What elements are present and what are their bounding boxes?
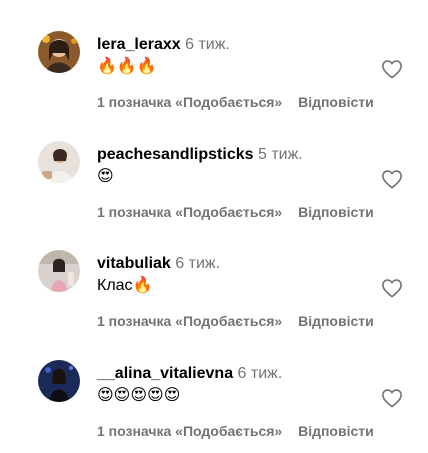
- heart-outline-icon[interactable]: [381, 388, 403, 408]
- comment-item: __alina_vitalievna 6 тиж. 😍😍😍😍😍 1 познач…: [0, 329, 428, 439]
- comment-text: 😍😍😍😍😍: [97, 387, 181, 404]
- timestamp[interactable]: 6 тиж.: [175, 255, 220, 272]
- avatar[interactable]: [38, 250, 80, 292]
- likes-count[interactable]: 1 позначка «Подобається»: [97, 204, 282, 220]
- heart-outline-icon[interactable]: [381, 278, 403, 298]
- username[interactable]: vitabuliak: [97, 255, 171, 272]
- username[interactable]: peachesandlipsticks: [97, 146, 254, 163]
- likes-count[interactable]: 1 позначка «Подобається»: [97, 423, 282, 439]
- reply-button[interactable]: Відповісти: [298, 313, 374, 329]
- timestamp[interactable]: 6 тиж.: [238, 365, 283, 382]
- comment-item: vitabuliak 6 тиж. Клас🔥 1 позначка «Подо…: [0, 219, 428, 329]
- reply-button[interactable]: Відповісти: [298, 423, 374, 439]
- heart-outline-icon[interactable]: [381, 59, 403, 79]
- comment-item: lera_leraxx 6 тиж. 🔥🔥🔥 1 позначка «Подоб…: [0, 0, 428, 110]
- username[interactable]: lera_leraxx: [97, 36, 181, 53]
- avatar[interactable]: [38, 31, 80, 73]
- comment-text: 🔥🔥🔥: [97, 58, 157, 75]
- likes-count[interactable]: 1 позначка «Подобається»: [97, 313, 282, 329]
- comment-item: peachesandlipsticks 5 тиж. 😍 1 позначка …: [0, 110, 428, 220]
- avatar[interactable]: [38, 141, 80, 183]
- heart-outline-icon[interactable]: [381, 169, 403, 189]
- username[interactable]: __alina_vitalievna: [97, 365, 233, 382]
- reply-button[interactable]: Відповісти: [298, 94, 374, 110]
- reply-button[interactable]: Відповісти: [298, 204, 374, 220]
- comment-text: Клас🔥: [97, 277, 153, 294]
- likes-count[interactable]: 1 позначка «Подобається»: [97, 94, 282, 110]
- timestamp[interactable]: 6 тиж.: [185, 36, 230, 53]
- avatar[interactable]: [38, 360, 80, 402]
- comment-text: 😍: [97, 168, 114, 185]
- timestamp[interactable]: 5 тиж.: [258, 146, 303, 163]
